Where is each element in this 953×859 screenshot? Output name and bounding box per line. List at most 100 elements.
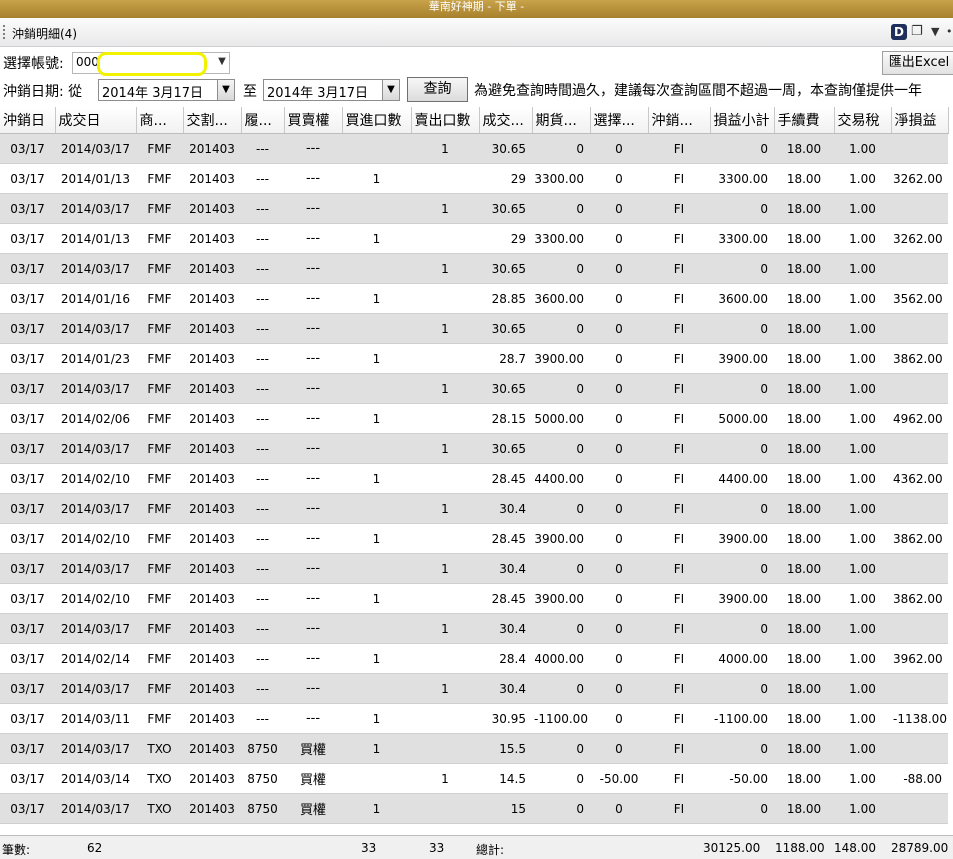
column-header[interactable]: 交易稅 xyxy=(834,107,892,134)
panel-tab-title[interactable]: 沖銷明細(4) xyxy=(12,25,77,42)
dropdown-arrow-icon[interactable]: ▼ xyxy=(931,24,941,40)
table-row[interactable]: 03/17 2014/03/17 FMF 201403 --- --- 1 30.65 0 0 FI… xyxy=(0,313,948,344)
table-row[interactable]: 03/17 2014/03/17 FMF 201403 --- --- 1 30.65 0 0 FI… xyxy=(0,133,948,164)
table-cell: 28.45 xyxy=(479,523,532,554)
table-row[interactable]: 03/17 2014/03/17 FMF 201403 --- --- 1 30.4 0 0 FI 0… xyxy=(0,673,948,704)
table-cell: 0 xyxy=(590,553,648,584)
table-row[interactable]: 03/17 2014/03/14 TXO 201403 8750 買權 1 14.5 0 -50.… xyxy=(0,763,948,794)
table-row[interactable]: 03/17 2014/03/17 FMF 201403 --- --- 1 30.65 0 0 FI… xyxy=(0,373,948,404)
table-cell: FI xyxy=(648,493,710,524)
table-cell: 1 xyxy=(342,403,411,434)
table-cell: FMF xyxy=(136,313,183,344)
window-list-icon[interactable]: ❐ xyxy=(911,24,925,40)
table-cell xyxy=(891,313,948,344)
table-row[interactable]: 03/17 2014/02/14 FMF 201403 --- --- 1 28.4 4000.… xyxy=(0,643,948,674)
table-cell: 0 xyxy=(532,613,590,644)
table-row[interactable]: 03/17 2014/03/11 FMF 201403 --- --- 1 30.95 -110… xyxy=(0,703,948,734)
column-header[interactable]: 期貨... xyxy=(532,107,591,134)
date-to-value: 2014年 3月17日 xyxy=(267,86,369,101)
column-header[interactable]: 選擇... xyxy=(590,107,649,134)
table-row[interactable]: 03/17 2014/01/16 FMF 201403 --- --- 1 28.85 3600… xyxy=(0,283,948,314)
table-cell: 5000.00 xyxy=(710,403,774,434)
query-button[interactable]: 查詢 xyxy=(407,77,468,102)
table-row[interactable]: 03/17 2014/02/10 FMF 201403 --- --- 1 28.45 3900… xyxy=(0,523,948,554)
pnl-total: 30125.00 xyxy=(703,841,761,855)
column-header[interactable]: 沖銷... xyxy=(648,107,711,134)
column-header[interactable]: 交割... xyxy=(183,107,242,134)
column-header[interactable]: 沖銷日 xyxy=(0,107,56,134)
table-row[interactable]: 03/17 2014/03/17 FMF 201403 --- --- 1 30.65 0 0 FI… xyxy=(0,433,948,464)
table-cell: 3900.00 xyxy=(532,343,590,374)
table-cell: 3900.00 xyxy=(710,343,774,374)
calendar-dropdown-icon[interactable]: ▼ xyxy=(382,80,399,100)
table-cell: 18.00 xyxy=(774,493,834,524)
column-header[interactable]: 成交日 xyxy=(55,107,137,134)
table-cell: 18.00 xyxy=(774,253,834,284)
table-row[interactable]: 03/17 2014/02/10 FMF 201403 --- --- 1 28.45 4400… xyxy=(0,463,948,494)
offset-detail-grid[interactable]: 沖銷日 成交日 商... 交割... 履... 買賣權 買進口數 賣出口數 成交… xyxy=(0,107,953,834)
table-cell: --- xyxy=(284,553,342,584)
table-row[interactable]: 03/17 2014/01/13 FMF 201403 --- --- 1 29 3300.00… xyxy=(0,163,948,194)
table-cell: 1 xyxy=(342,163,411,194)
drag-grip-icon[interactable] xyxy=(3,25,7,39)
date-to-picker[interactable]: 2014年 3月17日 ▼ xyxy=(263,79,400,101)
table-row[interactable]: 03/17 2014/03/17 TXO 201403 8750 買權 1 15 0 0 FI 0 18… xyxy=(0,793,948,824)
d-badge-icon[interactable]: D xyxy=(891,24,907,40)
account-select[interactable]: 000 ▼ xyxy=(72,52,230,76)
table-cell xyxy=(342,313,411,344)
table-row[interactable]: 03/17 2014/03/17 FMF 201403 --- --- 1 30.4 0 0 FI 0… xyxy=(0,613,948,644)
table-cell: 0 xyxy=(710,793,774,824)
table-cell: -50.00 xyxy=(710,763,774,794)
column-header[interactable]: 賣出口數 xyxy=(411,107,480,134)
table-cell: 28.15 xyxy=(479,403,532,434)
table-cell xyxy=(411,733,479,764)
table-cell: 0 xyxy=(532,313,590,344)
table-row[interactable]: 03/17 2014/03/17 TXO 201403 8750 買權 1 15.5 0 0 FI 0… xyxy=(0,733,948,764)
column-header[interactable]: 履... xyxy=(241,107,285,134)
table-cell: --- xyxy=(241,163,284,194)
table-cell xyxy=(342,673,411,704)
chevron-down-icon[interactable]: ▼ xyxy=(217,56,227,67)
table-cell: 1.00 xyxy=(834,643,891,674)
table-cell: 201403 xyxy=(183,583,241,614)
table-cell: --- xyxy=(241,643,284,674)
column-header[interactable]: 買賣權 xyxy=(284,107,343,134)
table-cell: 18.00 xyxy=(774,133,834,164)
table-row[interactable]: 03/17 2014/03/17 FMF 201403 --- --- 1 30.4 0 0 FI 0… xyxy=(0,553,948,584)
table-cell: 03/17 xyxy=(0,133,55,164)
table-row[interactable]: 03/17 2014/01/13 FMF 201403 --- --- 1 29 3300.00… xyxy=(0,223,948,254)
tax-total: 148.00 xyxy=(834,841,876,855)
account-redaction-highlight xyxy=(97,52,207,76)
table-cell: 1 xyxy=(342,283,411,314)
table-cell: --- xyxy=(284,703,342,734)
table-cell: --- xyxy=(241,313,284,344)
table-cell xyxy=(342,193,411,224)
table-row[interactable]: 03/17 2014/02/06 FMF 201403 --- --- 1 28.15 5000… xyxy=(0,403,948,434)
table-row[interactable]: 03/17 2014/03/17 FMF 201403 --- --- 1 30.4 0 0 FI 0… xyxy=(0,493,948,524)
table-row[interactable]: 03/17 2014/01/23 FMF 201403 --- --- 1 28.7 3900.… xyxy=(0,343,948,374)
table-cell: 18.00 xyxy=(774,373,834,404)
export-excel-button[interactable]: 匯出Excel xyxy=(882,51,953,75)
column-header[interactable]: 買進口數 xyxy=(342,107,412,134)
table-cell: --- xyxy=(284,613,342,644)
column-header[interactable]: 手續費 xyxy=(774,107,835,134)
table-cell: 201403 xyxy=(183,673,241,704)
column-header[interactable]: 損益小計 xyxy=(710,107,775,134)
column-header[interactable]: 成交... xyxy=(479,107,533,134)
table-cell: 0 xyxy=(590,433,648,464)
table-cell xyxy=(891,553,948,584)
pin-icon[interactable]: • xyxy=(946,24,953,40)
table-cell: --- xyxy=(284,343,342,374)
table-cell: 0 xyxy=(710,133,774,164)
table-row[interactable]: 03/17 2014/03/17 FMF 201403 --- --- 1 30.65 0 0 FI… xyxy=(0,253,948,284)
table-cell xyxy=(411,583,479,614)
column-header[interactable]: 淨損益 xyxy=(891,107,949,134)
table-cell: 1.00 xyxy=(834,613,891,644)
table-cell: 2014/03/11 xyxy=(55,703,136,734)
date-from-picker[interactable]: 2014年 3月17日 ▼ xyxy=(98,79,235,101)
calendar-dropdown-icon[interactable]: ▼ xyxy=(217,80,234,100)
table-row[interactable]: 03/17 2014/03/17 FMF 201403 --- --- 1 30.65 0 0 FI… xyxy=(0,193,948,224)
column-header[interactable]: 商... xyxy=(136,107,184,134)
table-cell: 201403 xyxy=(183,433,241,464)
table-row[interactable]: 03/17 2014/02/10 FMF 201403 --- --- 1 28.45 3900… xyxy=(0,583,948,614)
